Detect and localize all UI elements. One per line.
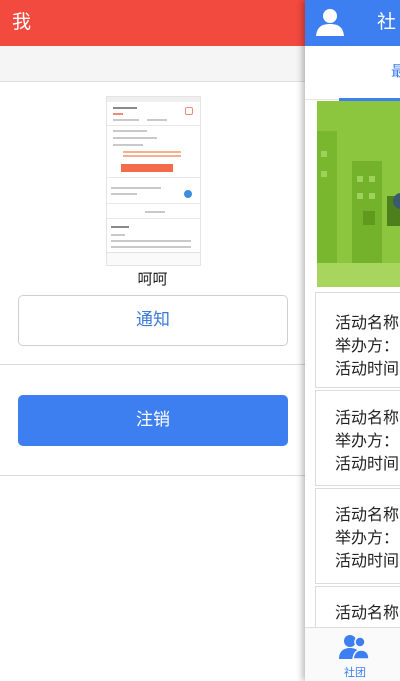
profile-name: 呵呵 <box>137 270 168 288</box>
banner-illustration <box>317 101 400 287</box>
logout-button[interactable]: 注销 <box>18 395 288 446</box>
activity-organizer-label: 举办方： <box>335 431 400 450</box>
activity-time-label: 活动时间 <box>335 454 400 473</box>
nav-item-club[interactable]: 社团 <box>305 664 400 680</box>
activity-card[interactable]: 活动名称 举办方： 活动时间 <box>315 292 400 388</box>
club-icon[interactable] <box>339 633 369 661</box>
activity-name-label: 活动名称 <box>335 603 400 622</box>
profile-image[interactable] <box>106 96 201 266</box>
activity-name-label: 活动名称 <box>335 408 400 427</box>
activity-organizer-label: 举办方： <box>335 336 400 355</box>
club-title: 社 <box>377 11 397 33</box>
user-avatar-icon[interactable] <box>315 7 345 37</box>
activity-time-label: 活动时间 <box>335 359 400 378</box>
section-spacer <box>0 46 305 82</box>
activity-organizer-label: 举办方： <box>335 528 400 547</box>
divider <box>0 475 305 476</box>
me-screen: 我 呵呵 通知 注销 <box>0 0 305 681</box>
bottom-nav: 社团 <box>305 627 400 681</box>
me-header: 我 <box>0 0 305 46</box>
notify-button[interactable]: 通知 <box>18 295 288 346</box>
tab-latest[interactable]: 最 <box>391 60 400 81</box>
activity-banner-image[interactable] <box>317 101 400 287</box>
divider <box>0 364 305 365</box>
tab-bar: 最 <box>305 46 400 101</box>
activity-name-label: 活动名称 <box>335 505 400 524</box>
activity-card[interactable]: 活动名称 举办方： 活动时间 <box>315 390 400 486</box>
activity-card[interactable]: 活动名称 举办方： 活动时间 <box>315 488 400 584</box>
me-title: 我 <box>12 11 32 33</box>
activity-name-label: 活动名称 <box>335 313 400 332</box>
club-header: 社 <box>305 0 400 46</box>
activity-time-label: 活动时间 <box>335 551 400 570</box>
club-screen: 社 最 活动名称 举办方： 活动时间 活动名称 举办方： 活动时间 活动名称 举… <box>305 0 400 681</box>
